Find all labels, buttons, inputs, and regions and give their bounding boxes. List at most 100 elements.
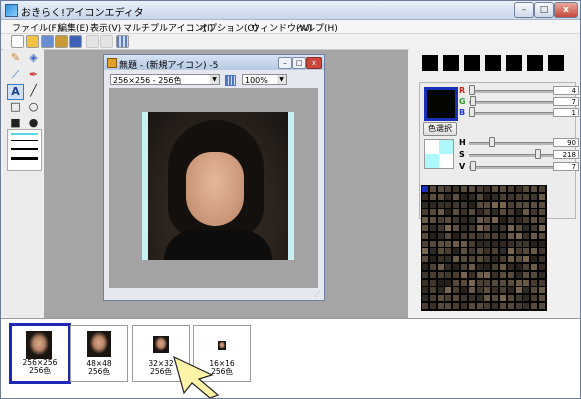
palette-color-cell[interactable] xyxy=(515,217,522,224)
palette-color-cell[interactable] xyxy=(445,193,452,200)
palette-color-cell[interactable] xyxy=(453,248,460,255)
palette-color-cell[interactable] xyxy=(523,232,530,239)
palette-color-cell[interactable] xyxy=(484,225,491,231)
palette-color-cell[interactable] xyxy=(468,271,475,278)
palette-color-cell[interactable] xyxy=(523,225,530,231)
menu-file[interactable]: ファイル(F) xyxy=(12,21,60,34)
palette-color-cell[interactable] xyxy=(453,193,460,200)
blue-value[interactable]: 1 xyxy=(553,108,579,117)
palette-color-cell[interactable] xyxy=(476,225,483,231)
rectangle-icon[interactable]: □ xyxy=(8,100,23,114)
palette-color-cell[interactable] xyxy=(468,279,475,286)
palette-color-cell[interactable] xyxy=(539,193,545,200)
palette-color-cell[interactable] xyxy=(429,279,436,286)
palette-color-cell[interactable] xyxy=(539,186,545,192)
palette-color-cell[interactable] xyxy=(507,201,514,208)
title-bar[interactable]: おきらく!アイコンエディタ – □ x xyxy=(1,1,580,20)
palette-color-cell[interactable] xyxy=(461,303,467,309)
palette-color-cell[interactable] xyxy=(492,209,499,216)
palette-color-cell[interactable] xyxy=(500,287,506,294)
value-value[interactable]: 7 xyxy=(553,162,579,171)
palette-color-cell[interactable] xyxy=(445,225,452,231)
palette-color-cell[interactable] xyxy=(523,186,530,192)
palette-color-cell[interactable] xyxy=(461,225,467,231)
color-history-swatch[interactable] xyxy=(548,55,564,71)
color-history-swatch[interactable] xyxy=(485,55,501,71)
palette-color-cell[interactable] xyxy=(484,295,491,302)
palette-color-cell[interactable] xyxy=(422,240,428,247)
palette-color-cell[interactable] xyxy=(507,186,514,192)
palette-color-cell[interactable] xyxy=(531,217,538,224)
palette-color-cell[interactable] xyxy=(476,248,483,255)
palette-color-cell[interactable] xyxy=(515,287,522,294)
palette-color-cell[interactable] xyxy=(484,264,491,270)
palette-color-cell[interactable] xyxy=(453,225,460,231)
palette-color-cell[interactable] xyxy=(468,186,475,192)
palette-color-cell[interactable] xyxy=(476,201,483,208)
palette-color-cell[interactable] xyxy=(500,217,506,224)
palette-color-cell[interactable] xyxy=(492,186,499,192)
palette-color-cell[interactable] xyxy=(507,193,514,200)
palette-color-cell[interactable] xyxy=(500,271,506,278)
current-color-swatch[interactable] xyxy=(424,87,458,121)
menu-view[interactable]: 表示(V) xyxy=(90,21,121,34)
palette-color-cell[interactable] xyxy=(429,271,436,278)
palette-color-cell[interactable] xyxy=(531,240,538,247)
palette-color-cell[interactable] xyxy=(461,279,467,286)
green-value[interactable]: 7 xyxy=(553,97,579,106)
palette-color-cell[interactable] xyxy=(468,209,475,216)
palette-color-cell[interactable] xyxy=(437,264,444,270)
palette-color-cell[interactable] xyxy=(515,295,522,302)
palette-color-cell[interactable] xyxy=(515,248,522,255)
document-minimize-button[interactable]: – xyxy=(278,57,292,69)
palette-color-cell[interactable] xyxy=(468,264,475,270)
palette-color-cell[interactable] xyxy=(476,264,483,270)
palette-color-cell[interactable] xyxy=(429,240,436,247)
palette-color-cell[interactable] xyxy=(437,217,444,224)
palette-color-cell[interactable] xyxy=(500,209,506,216)
palette-color-cell[interactable] xyxy=(461,240,467,247)
palette-color-cell[interactable] xyxy=(484,303,491,309)
palette-color-cell[interactable] xyxy=(437,303,444,309)
blue-slider[interactable] xyxy=(469,112,553,115)
palette-color-cell[interactable] xyxy=(523,217,530,224)
palette-color-cell[interactable] xyxy=(531,264,538,270)
palette-color-cell[interactable] xyxy=(468,225,475,231)
pen-icon[interactable]: ✒ xyxy=(26,68,41,82)
palette-color-cell[interactable] xyxy=(539,271,545,278)
palette-color-cell[interactable] xyxy=(531,225,538,231)
fill-bucket-icon[interactable]: ◈ xyxy=(26,51,41,65)
palette-color-cell[interactable] xyxy=(437,193,444,200)
ellipse-icon[interactable]: ○ xyxy=(26,100,41,114)
palette-color-cell[interactable] xyxy=(515,264,522,270)
palette-color-cell[interactable] xyxy=(531,287,538,294)
color-history-swatch[interactable] xyxy=(464,55,480,71)
icon-card-48[interactable]: 48×48 256色 xyxy=(70,325,128,382)
palette-color-cell[interactable] xyxy=(507,279,514,286)
palette-color-cell[interactable] xyxy=(523,248,530,255)
text-icon[interactable]: A xyxy=(7,84,24,100)
palette-color-cell[interactable] xyxy=(500,186,506,192)
palette-color-cell[interactable] xyxy=(539,303,545,309)
palette-color-cell[interactable] xyxy=(445,295,452,302)
palette-color-cell[interactable] xyxy=(445,264,452,270)
palette-color-cell[interactable] xyxy=(515,186,522,192)
palette-color-cell[interactable] xyxy=(461,201,467,208)
palette-color-cell[interactable] xyxy=(468,240,475,247)
palette-color-cell[interactable] xyxy=(531,303,538,309)
line-icon[interactable]: ╱ xyxy=(26,84,41,98)
palette-color-cell[interactable] xyxy=(500,232,506,239)
palette-color-cell[interactable] xyxy=(507,232,514,239)
palette-color-cell[interactable] xyxy=(468,287,475,294)
palette-color-cell[interactable] xyxy=(429,232,436,239)
palette-color-cell[interactable] xyxy=(531,248,538,255)
palette-color-cell[interactable] xyxy=(492,248,499,255)
palette-color-cell[interactable] xyxy=(523,279,530,286)
palette-color-cell[interactable] xyxy=(445,232,452,239)
palette-color-cell[interactable] xyxy=(539,295,545,302)
palette-color-cell[interactable] xyxy=(453,217,460,224)
palette-color-cell[interactable] xyxy=(507,209,514,216)
palette-color-cell[interactable] xyxy=(515,209,522,216)
save-all-icon[interactable] xyxy=(55,35,68,48)
menu-options[interactable]: オプション(O) xyxy=(199,21,258,34)
